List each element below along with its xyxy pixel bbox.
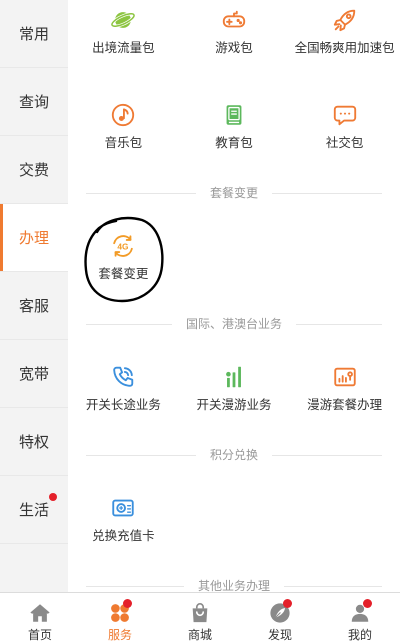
divider-line [86, 455, 196, 456]
bottom-tab-bar: 首页 服务 商城 发现 我的 [0, 592, 400, 643]
tab-label: 发现 [267, 628, 292, 642]
tab-service[interactable]: 服务 [80, 593, 160, 643]
divider-line [86, 586, 184, 587]
service-item-redeem-recharge-card[interactable]: 兑换充值卡 [68, 475, 179, 570]
sidebar-item-privileges[interactable]: 特权 [0, 408, 68, 476]
service-item-game-pack[interactable]: 游戏包 [179, 0, 290, 82]
4g-refresh-icon: 4G [110, 233, 136, 259]
service-item-long-distance-toggle[interactable]: 开关长途业务 [68, 344, 179, 439]
service-item-label: 游戏包 [215, 40, 253, 55]
service-item-label: 套餐变更 [98, 266, 149, 281]
divider-line [284, 586, 383, 587]
sidebar-item-label: 办理 [18, 228, 49, 247]
sidebar-item-label: 客服 [18, 296, 49, 315]
service-item-plan-change[interactable]: 4G 套餐变更 [68, 213, 179, 308]
section-header-points: 积分兑换 [68, 439, 400, 475]
service-item-label: 开关长途业务 [85, 397, 161, 412]
sidebar-item-common[interactable]: 常用 [0, 0, 68, 68]
shopping-bag-icon [189, 602, 211, 624]
recharge-card-icon [110, 495, 136, 521]
book-icon [221, 102, 247, 128]
section-title: 套餐变更 [210, 186, 259, 200]
notification-dot [49, 493, 57, 501]
sidebar-item-transact[interactable]: 办理 [0, 204, 68, 272]
service-item-label: 漫游套餐办理 [307, 397, 383, 412]
service-content: 出境流量包 游戏包 全国畅爽用加速包 音乐包 教育包 社交包 套餐变更 4G 套… [68, 0, 400, 592]
points-grid: 兑换充值卡 [68, 475, 400, 570]
section-title: 其他业务办理 [198, 579, 271, 592]
section-title: 积分兑换 [210, 448, 259, 462]
notification-dot [123, 599, 132, 608]
service-item-roaming-plan[interactable]: 漫游套餐办理 [289, 344, 400, 439]
plan-change-grid: 4G 套餐变更 [68, 213, 400, 308]
sidebar-item-label: 生活 [18, 500, 49, 519]
sidebar-item-broadband[interactable]: 宽带 [0, 340, 68, 408]
service-item-label: 出境流量包 [92, 40, 155, 55]
icon-text: 4G [118, 241, 129, 251]
divider-line [86, 324, 172, 325]
notification-dot [283, 599, 292, 608]
service-item-label: 音乐包 [104, 135, 143, 150]
roaming-card-icon [332, 364, 358, 390]
phone-call-icon [110, 364, 136, 390]
service-item-social-pack[interactable]: 社交包 [289, 82, 400, 177]
divider-line [86, 193, 196, 194]
rocket-icon [332, 7, 358, 33]
tab-label: 服务 [107, 628, 132, 642]
section-header-international: 国际、港澳台业务 [68, 308, 400, 344]
package-grid: 出境流量包 游戏包 全国畅爽用加速包 音乐包 教育包 社交包 [68, 0, 400, 177]
service-item-roaming-data-pack[interactable]: 出境流量包 [68, 0, 179, 82]
signal-bars-icon [221, 364, 247, 390]
chat-bubble-icon [332, 102, 358, 128]
person-icon [349, 599, 372, 624]
service-item-label: 社交包 [325, 135, 364, 150]
tab-label: 首页 [27, 628, 52, 642]
service-item-label: 开关漫游业务 [196, 397, 272, 412]
service-icon [109, 599, 132, 624]
service-item-music-pack[interactable]: 音乐包 [68, 82, 179, 177]
section-header-plan-change: 套餐变更 [68, 177, 400, 213]
tab-label: 商城 [187, 628, 212, 642]
sidebar-item-customer-service[interactable]: 客服 [0, 272, 68, 340]
category-sidebar: 常用 查询 交费 办理 客服 宽带 特权 生活 [0, 0, 68, 592]
planet-icon [110, 7, 136, 33]
tab-label: 我的 [347, 628, 372, 642]
service-item-roaming-toggle[interactable]: 开关漫游业务 [179, 344, 290, 439]
service-item-label: 兑换充值卡 [92, 528, 155, 543]
divider-line [296, 324, 383, 325]
sidebar-item-label: 查询 [18, 92, 49, 111]
tab-discover[interactable]: 发现 [240, 593, 320, 643]
home-icon [29, 602, 51, 624]
sidebar-item-label: 常用 [18, 24, 49, 43]
service-item-speed-boost-pack[interactable]: 全国畅爽用加速包 [289, 0, 400, 82]
sidebar-item-life[interactable]: 生活 [0, 476, 68, 544]
service-content-scroll[interactable]: 出境流量包 游戏包 全国畅爽用加速包 音乐包 教育包 社交包 套餐变更 4G 套… [68, 0, 400, 592]
section-header-other: 其他业务办理 [68, 570, 400, 592]
sidebar-item-label: 宽带 [18, 364, 49, 383]
international-grid: 开关长途业务 开关漫游业务 漫游套餐办理 [68, 344, 400, 439]
sidebar-item-label: 特权 [18, 432, 49, 451]
divider-line [272, 193, 383, 194]
service-item-education-pack[interactable]: 教育包 [179, 82, 290, 177]
music-note-icon [110, 102, 136, 128]
divider-line [272, 455, 383, 456]
discover-icon [269, 599, 292, 624]
section-title: 国际、港澳台业务 [186, 317, 283, 331]
service-item-label: 教育包 [215, 135, 253, 150]
notification-dot [363, 599, 372, 608]
tab-mine[interactable]: 我的 [320, 593, 400, 643]
sidebar-item-label: 交费 [18, 160, 49, 179]
gamepad-icon [221, 7, 247, 33]
tab-home[interactable]: 首页 [0, 593, 80, 643]
service-item-label: 全国畅爽用加速包 [294, 40, 395, 55]
sidebar-item-payment[interactable]: 交费 [0, 136, 68, 204]
tab-mall[interactable]: 商城 [160, 593, 240, 643]
sidebar-item-query[interactable]: 查询 [0, 68, 68, 136]
